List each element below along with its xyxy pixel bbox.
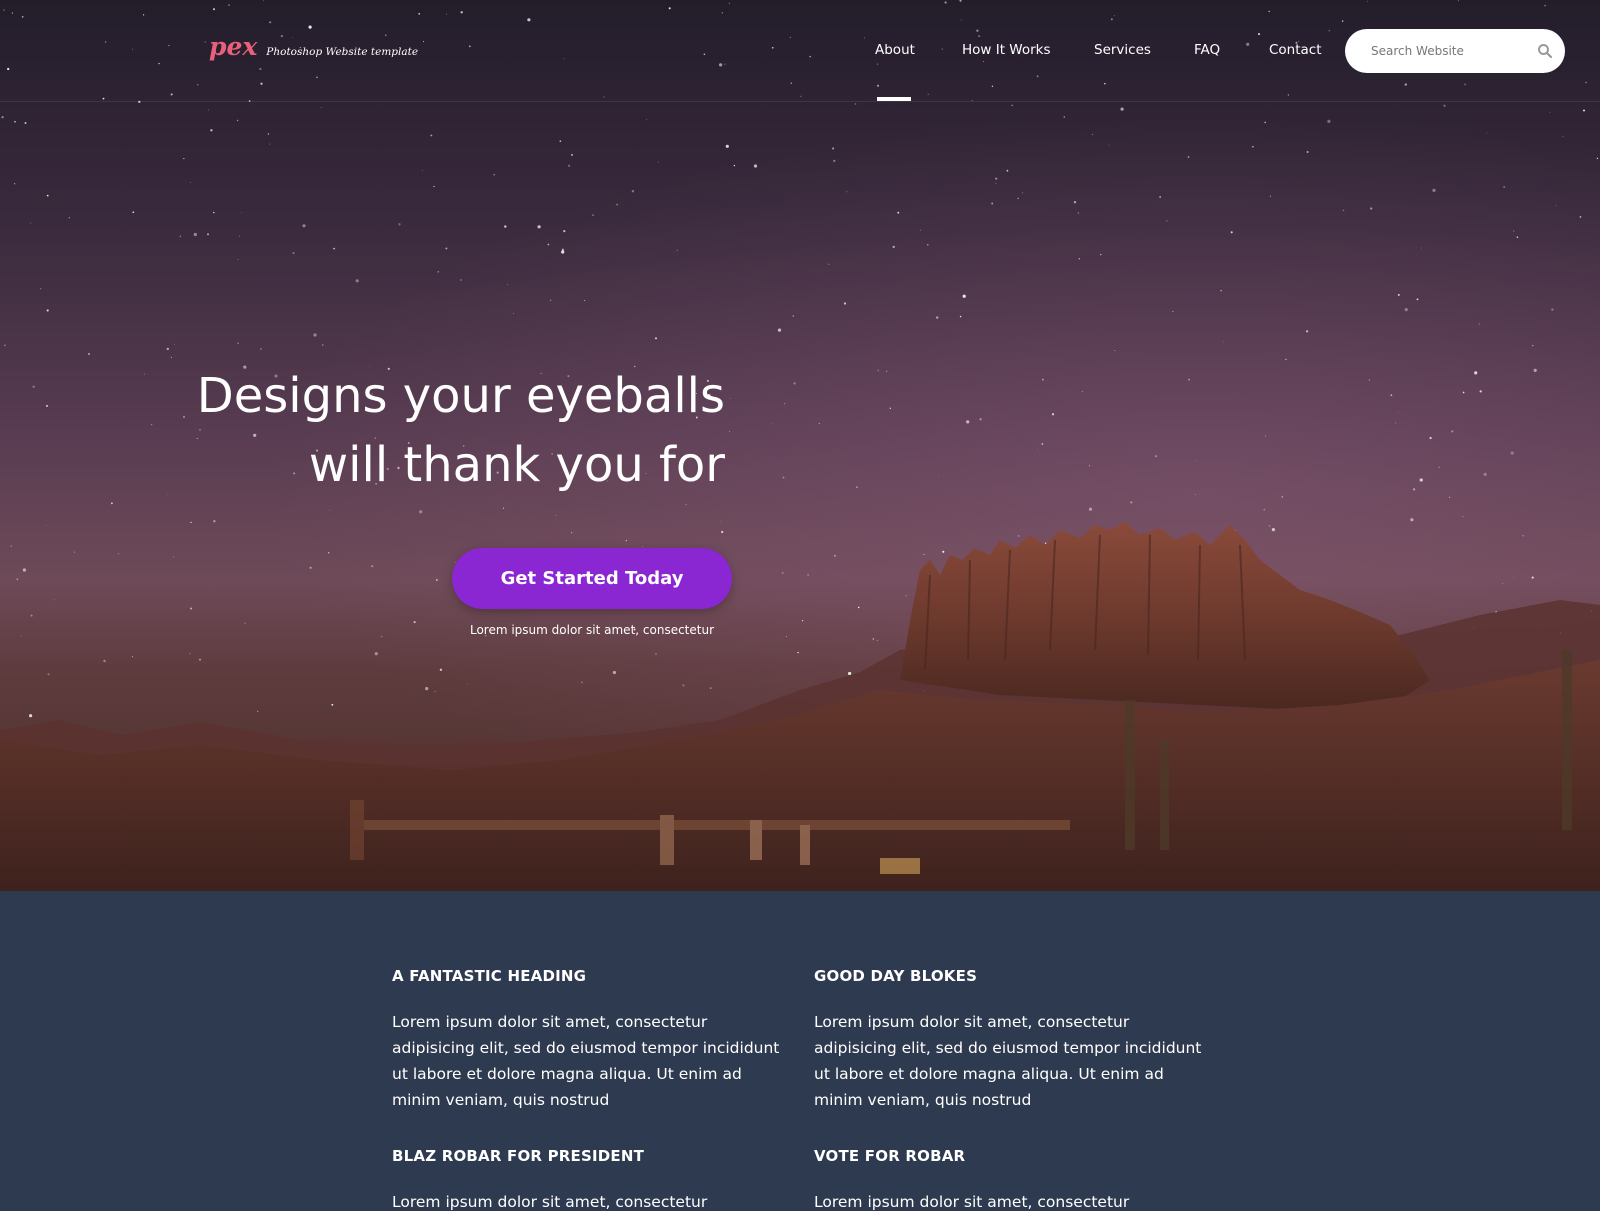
cta-caption: Lorem ipsum dolor sit amet, consectetur bbox=[469, 623, 715, 637]
top-navbar: pex Photoshop Website template About How… bbox=[0, 0, 1600, 102]
feature-block: GOOD DAY BLOKES Lorem ipsum dolor sit am… bbox=[814, 967, 1214, 1113]
nav-item-faq[interactable]: FAQ bbox=[1194, 42, 1220, 58]
search-box bbox=[1345, 29, 1565, 73]
feature-block: VOTE FOR ROBAR Lorem ipsum dolor sit ame… bbox=[814, 1147, 1214, 1211]
feature-text: Lorem ipsum dolor sit amet, consectetur … bbox=[814, 1193, 1130, 1211]
search-input[interactable] bbox=[1371, 29, 1531, 73]
hero-title: Designs your eyeballs will thank you for bbox=[150, 362, 725, 500]
feature-text: Lorem ipsum dolor sit amet, consectetur … bbox=[814, 1013, 1202, 1109]
search-icon[interactable] bbox=[1537, 43, 1553, 59]
nav-item-how-it-works[interactable]: How It Works bbox=[962, 42, 1051, 58]
feature-heading: VOTE FOR ROBAR bbox=[814, 1147, 966, 1165]
hero-title-line-1: Designs your eyeballs bbox=[196, 368, 725, 424]
hero-section: pex Photoshop Website template About How… bbox=[0, 0, 1600, 891]
feature-heading: GOOD DAY BLOKES bbox=[814, 967, 978, 985]
logo[interactable]: pex Photoshop Website template bbox=[209, 32, 418, 61]
features-section: A FANTASTIC HEADING Lorem ipsum dolor si… bbox=[0, 891, 1600, 1211]
feature-text: Lorem ipsum dolor sit amet, consectetur … bbox=[392, 1193, 708, 1211]
nav-item-about[interactable]: About bbox=[875, 42, 915, 58]
feature-block: A FANTASTIC HEADING Lorem ipsum dolor si… bbox=[392, 967, 792, 1113]
feature-heading: BLAZ ROBAR FOR PRESIDENT bbox=[392, 1147, 645, 1165]
feature-text: Lorem ipsum dolor sit amet, consectetur … bbox=[392, 1013, 780, 1109]
feature-heading: A FANTASTIC HEADING bbox=[392, 967, 587, 985]
hero-title-line-2: will thank you for bbox=[308, 437, 725, 493]
logo-mark: pex bbox=[209, 32, 258, 61]
nav-item-contact[interactable]: Contact bbox=[1269, 42, 1322, 58]
active-nav-indicator bbox=[877, 97, 911, 101]
feature-block: BLAZ ROBAR FOR PRESIDENT Lorem ipsum dol… bbox=[392, 1147, 792, 1211]
nav-item-services[interactable]: Services bbox=[1094, 42, 1151, 58]
logo-tagline: Photoshop Website template bbox=[266, 46, 419, 58]
get-started-button[interactable]: Get Started Today bbox=[452, 548, 732, 609]
